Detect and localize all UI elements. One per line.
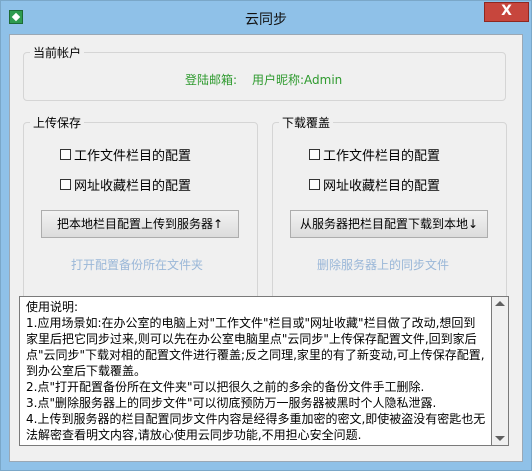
download-work-files-checkbox[interactable]: 工作文件栏目的配置 — [309, 145, 440, 164]
email-label: 登陆邮箱: — [185, 73, 238, 87]
download-checkbox-1-label: 工作文件栏目的配置 — [323, 149, 441, 164]
delete-server-sync-link[interactable]: 删除服务器上的同步文件 — [317, 256, 449, 273]
download-config-button[interactable]: 从服务器把栏目配置下载到本地↓ — [290, 210, 488, 238]
window-title: 云同步 — [245, 12, 287, 28]
account-group-title: 当前帐户 — [30, 44, 85, 61]
download-checkbox-2-label: 网址收藏栏目的配置 — [323, 179, 441, 194]
upload-group-title: 上传保存 — [30, 114, 85, 131]
instructions-item-4: 4.上传到服务器的栏目配置同步文件内容是经得多重加密的密文,即使被盗没有密匙也无… — [26, 412, 486, 442]
instructions-item-3: 3.点"删除服务器上的同步文件"可以彻底预防万一服务器被黑时个人隐私泄露. — [26, 396, 437, 410]
checkbox-box[interactable] — [60, 149, 71, 160]
checkbox-box[interactable] — [60, 179, 71, 190]
instructions-item-1: 1.应用场景如:在办公室的电脑上对"工作文件"栏目或"网址收藏"栏目做了改动,想… — [26, 316, 485, 378]
download-group: 下载覆盖 工作文件栏目的配置 网址收藏栏目的配置 从服务器把栏目配置下载到本地↓… — [272, 114, 507, 320]
instructions-textarea[interactable]: 使用说明: 1.应用场景如:在办公室的电脑上对"工作文件"栏目或"网址收藏"栏目… — [19, 296, 492, 446]
upload-checkbox-2-label: 网址收藏栏目的配置 — [74, 179, 192, 194]
close-button[interactable]: X — [484, 2, 529, 22]
download-group-title: 下载覆盖 — [279, 114, 334, 131]
instructions-scrollbar[interactable] — [492, 296, 509, 446]
upload-bookmarks-checkbox[interactable]: 网址收藏栏目的配置 — [60, 175, 191, 194]
download-bookmarks-checkbox[interactable]: 网址收藏栏目的配置 — [309, 175, 440, 194]
upload-config-button[interactable]: 把本地栏目配置上传到服务器↑ — [41, 210, 239, 238]
title-bar[interactable]: 云同步 X — [1, 1, 531, 34]
checkbox-box[interactable] — [309, 149, 320, 160]
nickname-text: 用户昵称:Admin — [252, 73, 343, 87]
checkbox-box[interactable] — [309, 179, 320, 190]
upload-work-files-checkbox[interactable]: 工作文件栏目的配置 — [60, 145, 191, 164]
upload-group: 上传保存 工作文件栏目的配置 网址收藏栏目的配置 把本地栏目配置上传到服务器↑ … — [23, 114, 258, 320]
app-window: 云同步 X 当前帐户 登陆邮箱: 用户昵称:Admin 上传保存 工作文件栏目的… — [0, 0, 532, 471]
instructions-heading: 使用说明: — [26, 300, 79, 314]
scroll-up-icon[interactable] — [495, 301, 505, 306]
account-group: 当前帐户 登陆邮箱: 用户昵称:Admin — [23, 44, 506, 101]
open-backup-folder-link[interactable]: 打开配置备份所在文件夹 — [71, 256, 203, 273]
scroll-down-icon[interactable] — [495, 436, 505, 441]
instructions-item-2: 2.点"打开配置备份所在文件夹"可以把很久之前的多余的备份文件手工删除. — [26, 380, 425, 394]
upload-checkbox-1-label: 工作文件栏目的配置 — [74, 149, 192, 164]
